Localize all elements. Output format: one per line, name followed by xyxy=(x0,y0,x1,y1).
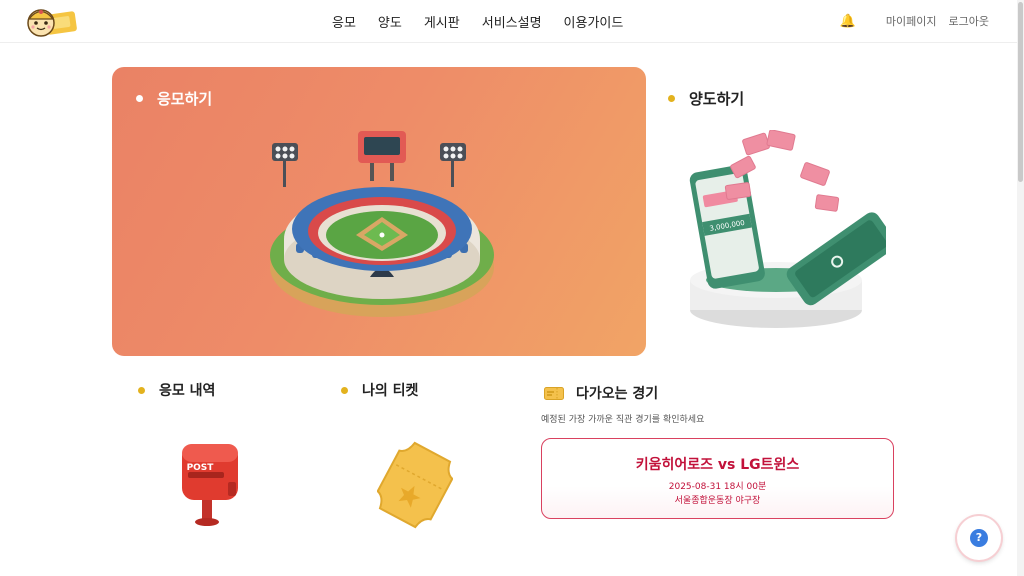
bullet-icon xyxy=(136,95,143,102)
game-venue: 서울종합운동장 야구장 xyxy=(674,496,761,506)
nav-apply[interactable]: 응모 xyxy=(332,12,356,31)
game-card[interactable]: 키움히어로즈 vs LG트윈스 2025-08-31 18시 00분 서울종합운… xyxy=(541,438,894,519)
upcoming-section: 다가오는 경기 예정된 가장 가까운 직관 경기를 확인하세요 키움히어로즈 v… xyxy=(541,383,894,519)
post-label: POST xyxy=(187,463,215,473)
bell-icon[interactable]: 🔔 xyxy=(840,14,856,29)
apply-history-title: 응모 내역 xyxy=(138,380,298,400)
transfer-card[interactable]: 양도하기 3,000,000 xyxy=(668,86,898,336)
logo[interactable] xyxy=(24,4,78,38)
ticket-icon xyxy=(544,386,564,400)
help-button[interactable]: ? xyxy=(957,516,1001,560)
mypage-link[interactable]: 마이페이지 xyxy=(886,13,937,29)
bullet-icon xyxy=(138,386,145,394)
upcoming-title: 다가오는 경기 xyxy=(541,383,894,403)
game-datetime: 2025-08-31 18시 00분 xyxy=(668,482,767,492)
nav-board[interactable]: 게시판 xyxy=(424,12,460,31)
my-ticket-title: 나의 티켓 xyxy=(341,380,501,400)
help-icon: ? xyxy=(970,529,988,547)
nav-guide[interactable]: 이용가이드 xyxy=(564,12,624,31)
user-menu: 🔔 마이페이지 로그아웃 xyxy=(840,13,989,29)
bullet-icon xyxy=(341,386,348,394)
scroll-thumb[interactable] xyxy=(1018,2,1023,182)
game-teams: 키움히어로즈 vs LG트윈스 xyxy=(635,457,800,473)
page: 응모 양도 게시판 서비스설명 이용가이드 🔔 마이페이지 로그아웃 응모하기 xyxy=(0,0,1024,576)
apply-card-title: 응모하기 xyxy=(136,88,212,109)
nav-transfer[interactable]: 양도 xyxy=(378,12,402,31)
bullet-icon xyxy=(668,95,675,102)
top-header: 응모 양도 게시판 서비스설명 이용가이드 🔔 마이페이지 로그아웃 xyxy=(0,0,1017,43)
upcoming-subtitle: 예정된 가장 가까운 직관 경기를 확인하세요 xyxy=(541,415,705,425)
main-nav: 응모 양도 게시판 서비스설명 이용가이드 xyxy=(332,12,645,31)
mailbox-illustration: POST xyxy=(182,444,238,526)
nav-service[interactable]: 서비스설명 xyxy=(482,12,542,31)
apply-history-card[interactable]: 응모 내역 POST xyxy=(138,380,298,540)
apply-card[interactable]: 응모하기 xyxy=(112,67,646,356)
transfer-illustration: 3,000,000 xyxy=(689,130,886,328)
ticket-illustration xyxy=(377,441,453,529)
my-ticket-card[interactable]: 나의 티켓 xyxy=(341,380,501,540)
transfer-card-title: 양도하기 xyxy=(668,88,744,109)
logout-link[interactable]: 로그아웃 xyxy=(949,13,989,29)
stadium-illustration xyxy=(270,131,494,317)
scrollbar[interactable] xyxy=(1017,0,1024,576)
